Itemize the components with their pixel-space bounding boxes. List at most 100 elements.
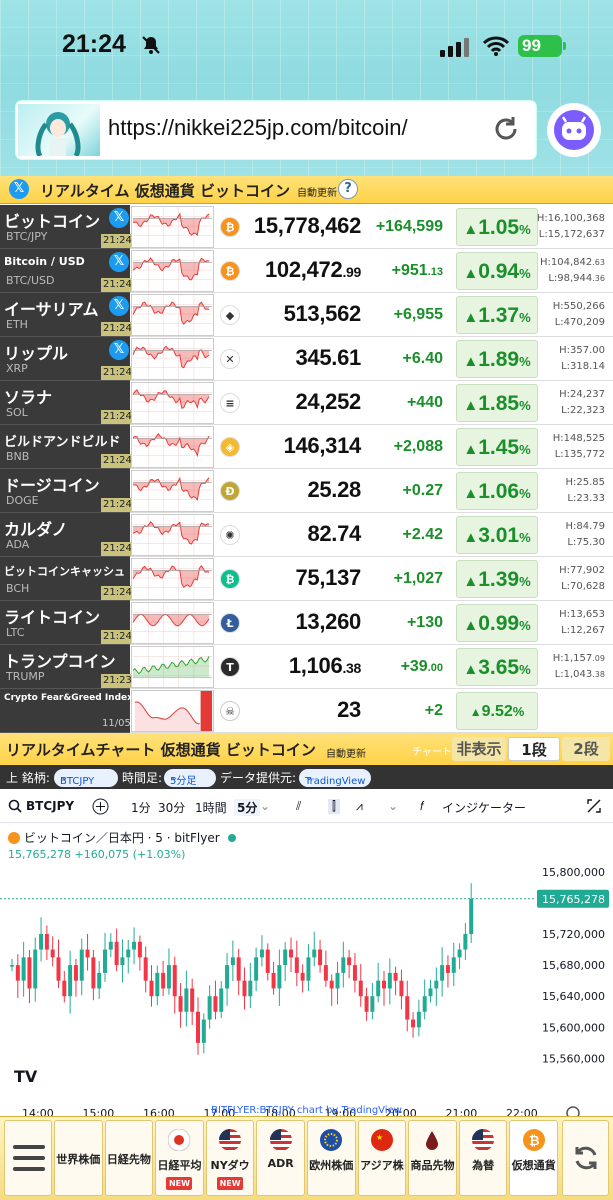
tradingview-widget[interactable]: BTCJPY 1分 30分 1時間 5分 ⌄ ⫽ ⫿ ⩘ ⌄ 𝑓 インジケーター… xyxy=(0,789,613,1119)
compare-icon[interactable]: ⫽ xyxy=(296,799,301,814)
crypto-row-sol[interactable]: ソラナ SOL 21:24 ≡ 24,252 +440 ▲1.85% H:24,… xyxy=(0,381,613,425)
coin-name-cell[interactable]: ドージコイン DOGE 21:24 xyxy=(0,469,134,513)
menu-button[interactable] xyxy=(4,1120,52,1196)
jp-flag-icon xyxy=(167,1128,191,1152)
fear-greed-chart[interactable] xyxy=(131,690,214,732)
coin-name[interactable]: ソラナ xyxy=(4,384,52,408)
coin-name-cell[interactable]: ビットコイン BTC/JPY 𝕏 21:24 xyxy=(0,205,134,249)
coin-name[interactable]: カルダノ xyxy=(4,516,68,540)
add-symbol-icon[interactable] xyxy=(92,798,109,815)
tf-dropdown-icon[interactable]: ⌄ xyxy=(260,799,270,813)
sparkline-chart[interactable] xyxy=(131,382,214,424)
coin-name[interactable]: リップル xyxy=(4,340,68,364)
crypto-row-btc-usd[interactable]: Bitcoin / USD BTC/USD 𝕏 21:24 ₿ 102,472.… xyxy=(0,249,613,293)
coin-name-cell[interactable]: ビルドアンドビルド BNB 21:24 xyxy=(0,425,134,469)
sparkline-chart[interactable] xyxy=(131,646,214,688)
crypto-row-trump[interactable]: トランプコイン TRUMP 21:23 T 1,106.38 +39.00 ▲3… xyxy=(0,645,613,689)
indicators-button[interactable]: インジケーター xyxy=(442,799,526,816)
sparkline-chart[interactable] xyxy=(131,206,214,248)
x-share-icon[interactable]: 𝕏 xyxy=(109,208,129,228)
crypto-row-ada[interactable]: カルダノ ADA 21:24 ✺ 82.74 +2.42 ▲3.01% H:84… xyxy=(0,513,613,557)
sparkline-chart[interactable] xyxy=(131,514,214,556)
indicators-icon[interactable]: 𝑓 xyxy=(420,799,424,814)
help-icon[interactable]: ? xyxy=(338,179,358,199)
sparkline-chart[interactable] xyxy=(131,250,214,292)
nav-8[interactable]: 商品先物 xyxy=(408,1120,457,1196)
sparkline-chart[interactable] xyxy=(131,294,214,336)
coin-name[interactable]: ビットコインキャッシュ xyxy=(4,563,125,579)
nav-6[interactable]: 欧州株価 xyxy=(307,1120,356,1196)
price: 24,252 xyxy=(295,389,362,414)
candlestick-chart[interactable]: 15,800,000 15,720,000 15,680,000 15,640,000… xyxy=(0,819,613,1119)
sparkline-chart[interactable] xyxy=(131,470,214,512)
coin-name[interactable]: ライトコイン xyxy=(4,604,100,628)
tv-symbol[interactable]: BTCJPY xyxy=(26,799,74,813)
refresh-button[interactable] xyxy=(562,1120,609,1196)
two-row-button[interactable]: 2段 xyxy=(562,737,610,761)
update-time: 21:24 xyxy=(101,630,134,644)
crypto-row-ltc[interactable]: ライトコイン LTC 21:24 Ł 13,260 +130 ▲0.99% H:… xyxy=(0,601,613,645)
crypto-row-doge[interactable]: ドージコイン DOGE 21:24 Ð 25.28 +0.27 ▲1.06% H… xyxy=(0,469,613,513)
candles-icon[interactable]: ⫿ xyxy=(328,799,340,814)
tf-30m[interactable]: 30分 xyxy=(158,799,185,816)
candle xyxy=(358,980,363,997)
hide-chart-button[interactable]: 非表示 xyxy=(452,737,506,761)
coin-name[interactable]: Bitcoin / USD xyxy=(4,255,85,268)
assistant-icon[interactable] xyxy=(547,103,601,157)
timeframe-select[interactable]: 5分足 ⌄ xyxy=(164,769,216,787)
nav-7[interactable]: ★ アジア株 xyxy=(357,1120,407,1196)
one-row-button[interactable]: 1段 xyxy=(508,737,560,761)
coin-name[interactable]: ドージコイン xyxy=(4,472,100,496)
coin-name-cell[interactable]: ライトコイン LTC 21:24 xyxy=(0,601,134,645)
symbol-select[interactable]: BTCJPY ⌄ xyxy=(54,769,118,787)
tv-credit[interactable]: BITFLYER:BTCJPY chart by TradingView xyxy=(0,1105,613,1116)
crypto-row-bch[interactable]: ビットコインキャッシュ BCH 21:24 ₿ 75,137 +1,027 ▲1… xyxy=(0,557,613,601)
coin-name[interactable]: ビルドアンドビルド xyxy=(4,431,120,450)
fear-greed-name-cell[interactable]: Crypto Fear&Greed Index 11/05 xyxy=(0,689,133,733)
crypto-row-bnb[interactable]: ビルドアンドビルド BNB 21:24 ◈ 146,314 +2,088 ▲1.… xyxy=(0,425,613,469)
coin-name-cell[interactable]: Bitcoin / USD BTC/USD 𝕏 21:24 xyxy=(0,249,134,293)
nav-5[interactable]: ADR xyxy=(256,1120,305,1196)
crypto-row-eth[interactable]: イーサリアム ETH 𝕏 21:24 ◆ 513,562 +6,955 ▲1.3… xyxy=(0,293,613,337)
candle xyxy=(73,965,78,981)
x-share-icon[interactable]: 𝕏 xyxy=(109,252,129,272)
sparkline-chart[interactable] xyxy=(131,338,214,380)
fullscreen-icon[interactable] xyxy=(586,798,602,814)
nav-1[interactable]: 世界株価 xyxy=(54,1120,103,1196)
url-text[interactable]: https://nikkei225jp.com/bitcoin/ xyxy=(108,115,408,141)
fear-greed-row[interactable]: Crypto Fear&Greed Index 11/05 ☠ 23 +2 ▲9… xyxy=(0,689,613,733)
nav-10[interactable]: ₿ 仮想通貨 xyxy=(509,1120,558,1196)
sparkline-chart[interactable] xyxy=(131,602,214,644)
x-share-icon[interactable]: 𝕏 xyxy=(109,296,129,316)
x-share-icon[interactable]: 𝕏 xyxy=(109,340,129,360)
search-icon[interactable] xyxy=(8,799,22,813)
tf-1h[interactable]: 1時間 xyxy=(195,799,227,816)
nav-2[interactable]: 日経先物 xyxy=(104,1120,154,1196)
charttype-dropdown-icon[interactable]: ⌄ xyxy=(388,799,398,813)
coin-name[interactable]: トランプコイン xyxy=(4,648,116,672)
sparkline-chart[interactable] xyxy=(131,558,214,600)
x-share-icon[interactable]: 𝕏 xyxy=(9,179,29,199)
crypto-row-btc-jpy[interactable]: ビットコイン BTC/JPY 𝕏 21:24 ₿ 15,778,462 +164… xyxy=(0,205,613,249)
hamburger-icon xyxy=(13,1145,45,1171)
coin-name[interactable]: ビットコイン xyxy=(4,208,100,232)
tf-1m[interactable]: 1分 xyxy=(131,799,151,816)
provider-select[interactable]: TradingView ⌄ xyxy=(299,769,371,787)
nav-4[interactable]: NYダウ NEW xyxy=(205,1120,255,1196)
reload-icon[interactable] xyxy=(490,113,522,145)
coin-name-cell[interactable]: イーサリアム ETH 𝕏 21:24 xyxy=(0,293,134,337)
tf-5m[interactable]: 5分 xyxy=(234,799,261,816)
nav-3[interactable]: 日経平均 NEW xyxy=(155,1120,204,1196)
sparkline-chart[interactable] xyxy=(131,426,214,468)
coin-name-cell[interactable]: リップル XRP 𝕏 21:24 xyxy=(0,337,134,381)
coin-name-cell[interactable]: ビットコインキャッシュ BCH 21:24 xyxy=(0,557,134,601)
url-bar[interactable]: https://nikkei225jp.com/bitcoin/ xyxy=(16,101,536,159)
coin-name-cell[interactable]: トランプコイン TRUMP 21:23 xyxy=(0,645,134,689)
coin-name-cell[interactable]: カルダノ ADA 21:24 xyxy=(0,513,134,557)
coin-name[interactable]: イーサリアム xyxy=(4,296,99,320)
high-low: H:104,842.63 L:98,944.36 xyxy=(540,257,605,284)
area-chart-icon[interactable]: ⩘ xyxy=(356,799,363,814)
crypto-row-xrp[interactable]: リップル XRP 𝕏 21:24 ✕ 345.61 +6.40 ▲1.89% H… xyxy=(0,337,613,381)
nav-9[interactable]: 為替 xyxy=(458,1120,508,1196)
coin-name-cell[interactable]: ソラナ SOL 21:24 xyxy=(0,381,134,425)
